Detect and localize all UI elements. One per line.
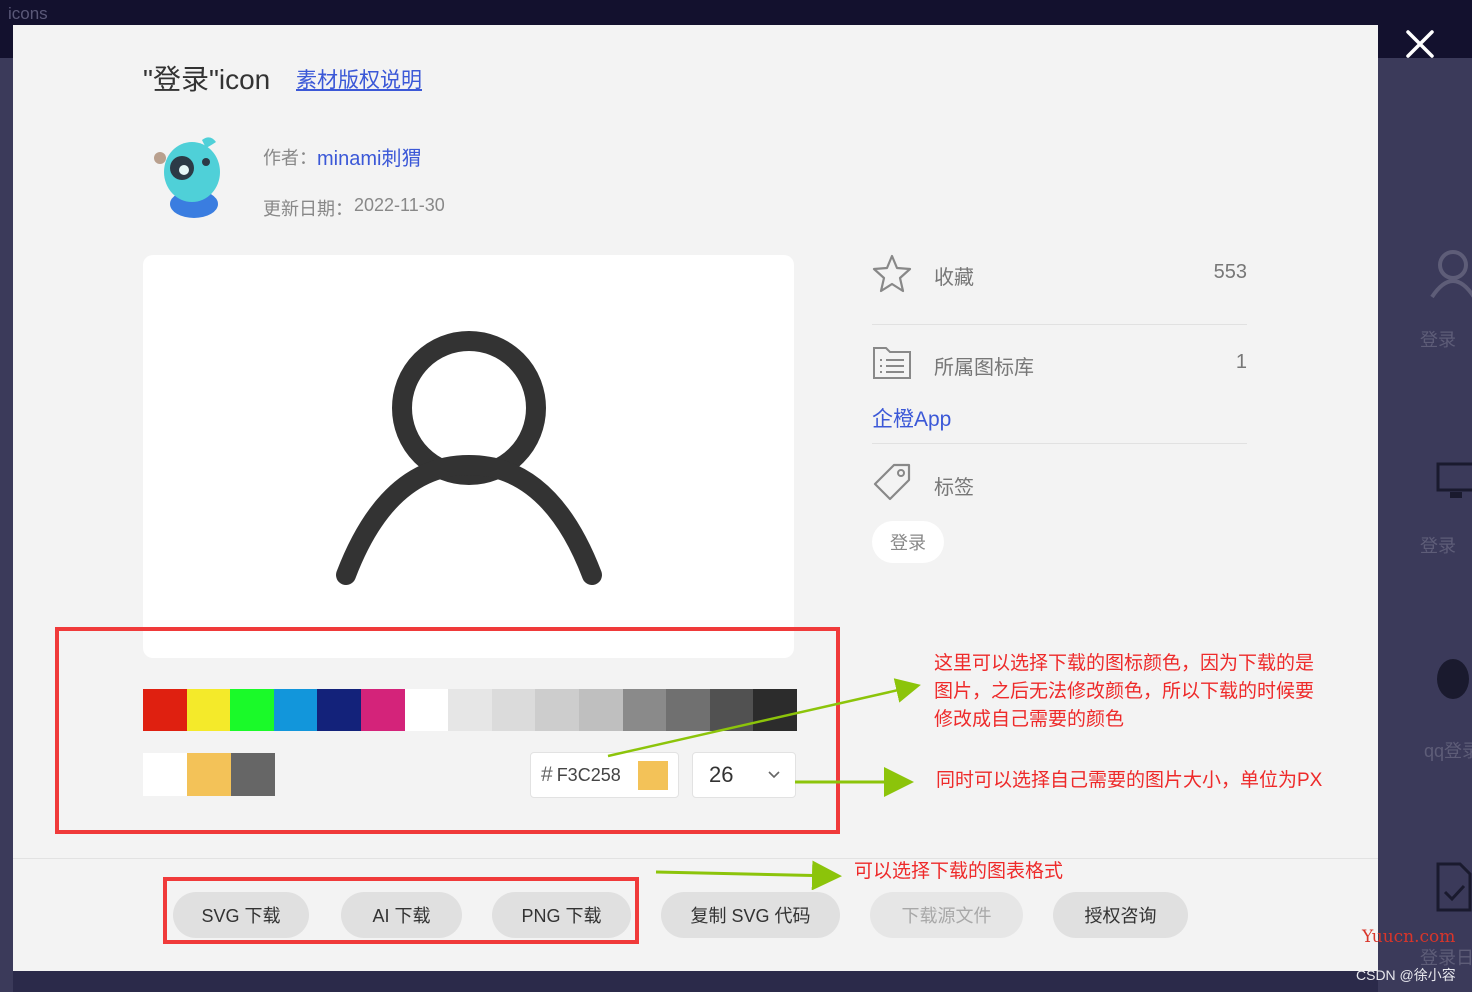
star-icon[interactable] [872,253,912,293]
tag-icon [873,463,911,501]
annotation-box-formats [163,877,639,944]
annotation-format-note: 可以选择下载的图表格式 [854,861,1064,882]
background-user-icon [1430,250,1472,299]
folder-list-icon [873,347,911,379]
annotation-arrows [607,678,921,890]
icon-title: "登录"icon [143,64,271,95]
copy-svg-code-button[interactable]: 复制 SVG 代码 [661,892,840,938]
close-icon[interactable] [1400,24,1440,64]
license-consult-button[interactable]: 授权咨询 [1053,892,1188,938]
background-qq-icon [1437,659,1469,699]
annotation-color-note-1: 这里可以选择下载的图标颜色，因为下载的是 [934,653,1315,674]
favorite-count: 553 [1213,261,1247,283]
csdn-watermark: CSDN @徐小容 [1356,967,1456,983]
author-name-link[interactable]: minami刺猬 [317,142,421,171]
user-icon [336,331,602,585]
stats-divider-2 [872,443,1247,444]
background-item-label-1[interactable]: 登录 [1420,326,1472,352]
stats-divider-1 [872,324,1247,325]
library-label: 所属图标库 [934,357,1034,379]
library-count: 1 [1235,351,1247,373]
update-date-label: 更新日期： [263,199,353,219]
annotation-color-note-2: 图片，之后无法修改颜色，所以下载的时候要 [934,681,1315,702]
background-item-label-3[interactable]: qq登录 [1424,737,1472,763]
annotation-size-note: 同时可以选择自己需要的图片大小，单位为PX [936,770,1323,791]
background-monitor-icon [1436,462,1472,498]
author-avatar[interactable] [150,132,232,222]
site-watermark: Yuucn.com [1362,927,1456,947]
copyright-link[interactable]: 素材版权说明 [296,64,422,94]
download-source-button[interactable]: 下载源文件 [870,892,1023,938]
annotation-color-note-3: 修改成自己需要的颜色 [934,709,1125,730]
background-document-icon [1436,862,1472,912]
background-item-label-2[interactable]: 登录 [1420,532,1472,558]
tag-chip[interactable]: 登录 [872,521,944,563]
update-date-value: 2022-11-30 [354,195,445,215]
background-left-strip [0,58,13,992]
library-link[interactable]: 企橙App [872,403,951,433]
background-topbar-text: icons [8,4,48,23]
background-right-strip [1378,58,1472,992]
favorite-label[interactable]: 收藏 [934,261,974,290]
author-label: 作者： [263,148,317,168]
icon-preview [143,255,794,658]
tags-label: 标签 [934,477,974,499]
